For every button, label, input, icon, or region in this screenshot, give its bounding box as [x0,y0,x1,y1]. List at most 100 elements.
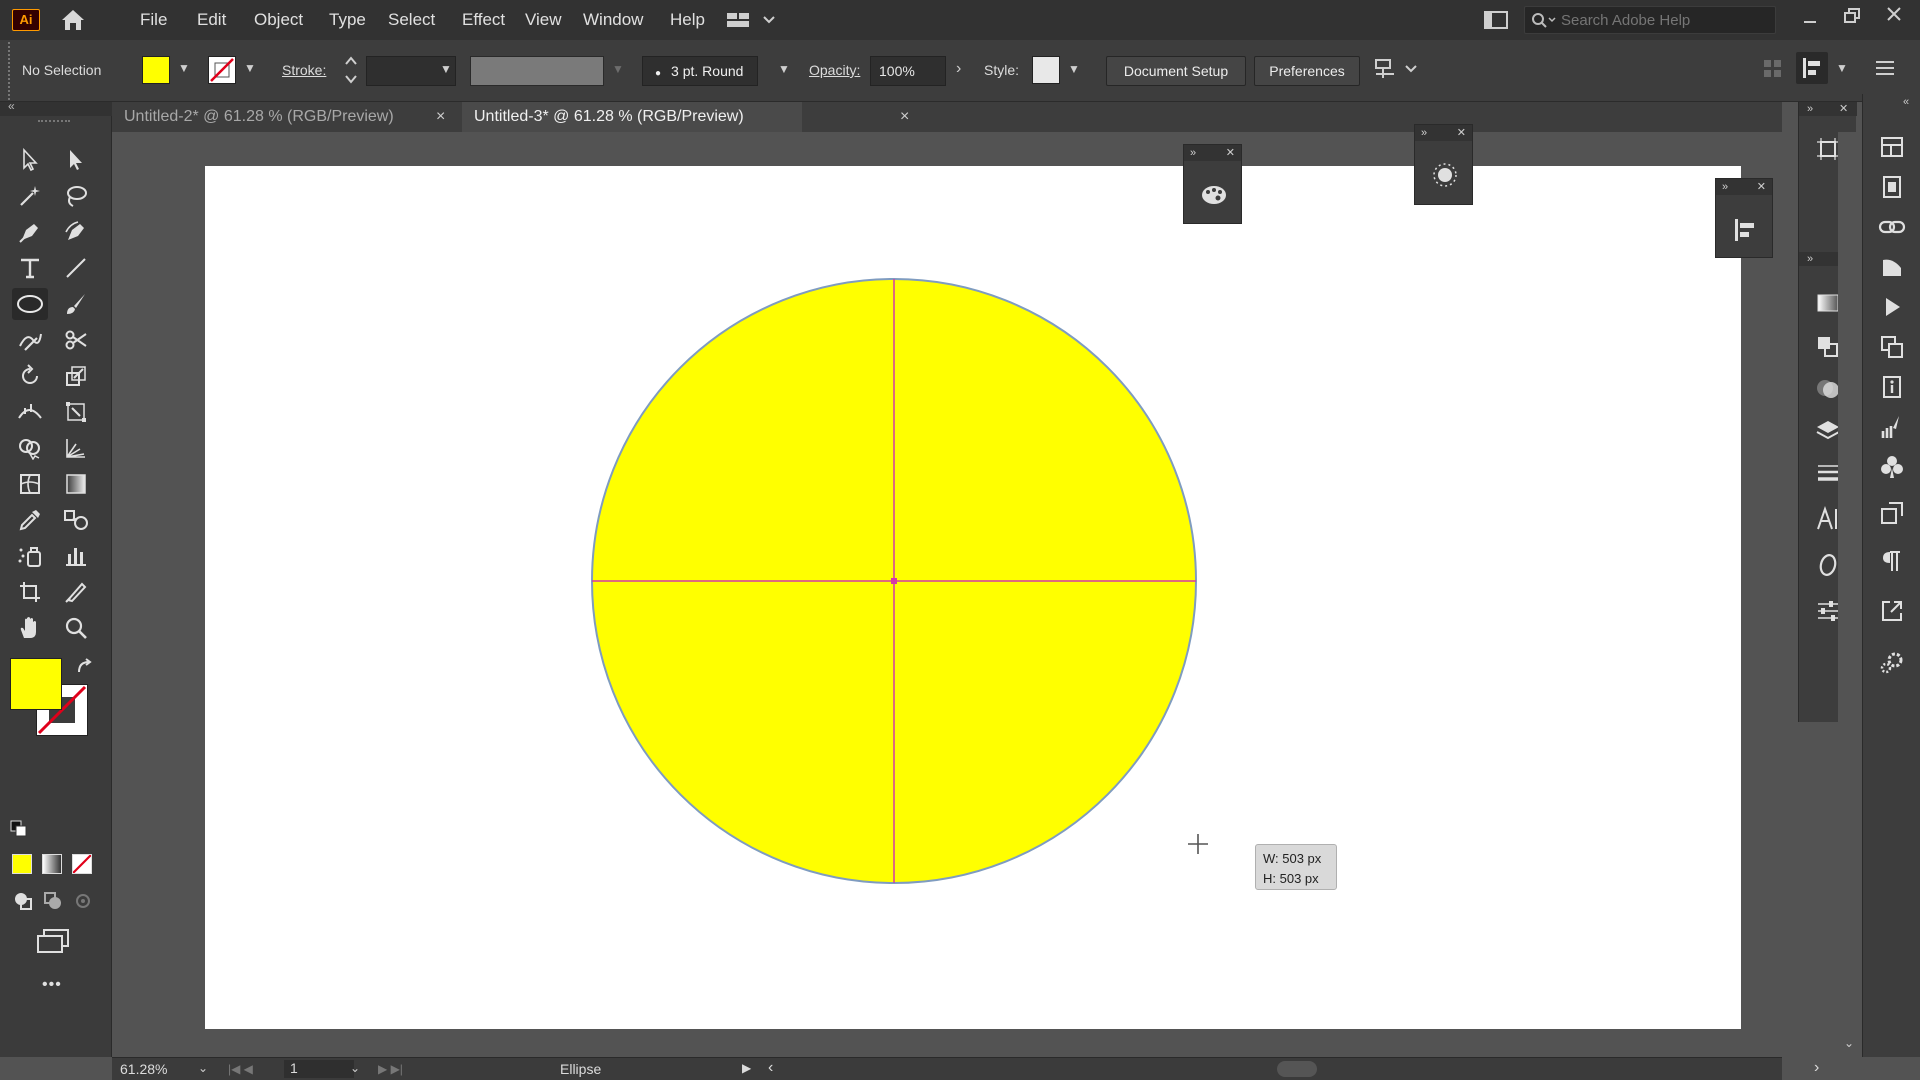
shaper-tool-icon[interactable] [12,324,48,356]
gradient-mode-button[interactable] [42,854,62,874]
align-dropdown-icon[interactable]: ▼ [1836,61,1848,75]
minimize-icon[interactable] [1800,10,1820,30]
curvature-tool-icon[interactable] [58,216,94,248]
stroke-stepper-icon[interactable] [344,54,358,86]
selection-tool-icon[interactable] [12,144,48,176]
last-artboard-icon[interactable]: ▶ ▶| [378,1062,403,1076]
default-colors-icon[interactable] [10,820,28,838]
direct-selection-tool-icon[interactable] [58,144,94,176]
close-dock-icon[interactable]: ✕ [1839,102,1848,116]
toolbar-grip[interactable] [38,120,70,124]
tab-close-icon[interactable]: × [436,102,445,132]
variable-width-profile[interactable] [470,56,604,86]
zoom-tool-icon[interactable] [58,612,94,644]
hand-tool-icon[interactable] [12,612,48,644]
close-icon[interactable] [1884,4,1904,24]
artboard-number-field[interactable]: 1 [284,1060,354,1078]
rotate-tool-icon[interactable] [12,360,48,392]
eyedropper-tool-icon[interactable] [12,504,48,536]
artboard-dropdown-icon[interactable]: ⌄ [350,1061,360,1075]
column-graph-tool-icon[interactable] [58,540,94,572]
zoom-level[interactable]: 61.28% [120,1061,167,1077]
draw-behind-icon[interactable] [42,890,64,912]
ellipse-tool-icon[interactable] [12,288,48,320]
libraries-icon[interactable] [1874,130,1910,164]
scale-tool-icon[interactable] [58,360,94,392]
expand-dock-icon[interactable]: » [1807,102,1813,116]
document-setup-button[interactable]: Document Setup [1106,56,1246,86]
mesh-tool-icon[interactable] [12,468,48,500]
actions-icon[interactable] [1874,290,1910,324]
opacity-field[interactable]: 100% [870,56,946,86]
menu-file[interactable]: File [131,0,176,40]
menu-effect[interactable]: Effect [453,0,514,40]
scroll-down-icon[interactable]: ⌄ [1844,1036,1854,1050]
vertical-scrollbar[interactable]: ⌄ [1838,132,1860,1057]
width-tool-icon[interactable] [12,396,48,428]
blend-tool-icon[interactable] [58,504,94,536]
screen-mode-icon[interactable] [36,928,70,954]
menu-view[interactable]: View [516,0,571,40]
expand-panel-icon[interactable]: » [1421,125,1427,141]
paintbrush-tool-icon[interactable] [58,288,94,320]
properties-icon[interactable] [1874,170,1910,204]
none-mode-button[interactable] [72,854,92,874]
perspective-grid-tool-icon[interactable] [58,432,94,464]
info-icon[interactable] [1874,370,1910,404]
menu-help[interactable]: Help [661,0,714,40]
tab-untitled-2[interactable]: Untitled-2* @ 61.28 % (RGB/Preview) × [112,102,462,132]
expand-panel-icon[interactable]: » [1190,145,1196,161]
artboards-icon[interactable] [1874,330,1910,364]
scissors-tool-icon[interactable] [58,324,94,356]
line-segment-tool-icon[interactable] [58,252,94,284]
fill-swatch[interactable] [142,56,170,84]
expand-dock-icon[interactable]: » [1807,252,1813,266]
restore-icon[interactable] [1842,6,1862,26]
brush-dropdown-icon[interactable]: ▼ [778,62,790,76]
color-mode-button[interactable] [12,854,32,874]
close-panel-icon[interactable]: ✕ [1757,179,1766,195]
brushes-icon[interactable] [1874,410,1910,444]
graphic-style-swatch[interactable] [1032,56,1060,84]
stroke-weight-dropdown-icon[interactable]: ▼ [440,62,452,76]
current-tool-status[interactable]: Ellipse [560,1061,601,1077]
color-palette-icon[interactable] [1200,181,1228,207]
scroll-right-icon[interactable]: › [1814,1059,1819,1077]
symbols-icon[interactable] [1874,450,1910,484]
menu-type[interactable]: Type [320,0,375,40]
search-box[interactable] [1524,6,1776,34]
artboard-tool-icon[interactable] [12,576,48,608]
tab-untitled-3[interactable]: Untitled-3* @ 61.28 % (RGB/Preview) × [462,102,909,132]
arrange-documents-icon[interactable] [1484,11,1508,29]
pen-tool-icon[interactable] [12,216,48,248]
type-tool-icon[interactable] [12,252,48,284]
stroke-swatch[interactable] [208,56,236,84]
workspace-switcher-icon[interactable] [726,10,776,30]
fill-color-front[interactable] [10,658,62,710]
swap-fill-stroke-icon[interactable] [76,658,94,676]
settings-icon[interactable] [1874,646,1910,680]
stroke-label[interactable]: Stroke: [282,62,326,78]
artboard[interactable] [205,166,1741,1029]
align-panel-icon[interactable] [1796,52,1828,84]
scroll-left-icon[interactable]: ‹ [768,1059,773,1077]
expand-panel-icon[interactable]: » [1722,179,1728,195]
draw-normal-icon[interactable] [12,890,34,912]
brush-definition-field[interactable]: ● 3 pt. Round [642,56,758,86]
menu-edit[interactable]: Edit [188,0,235,40]
paragraph-icon[interactable] [1874,544,1910,578]
edit-toolbar-button[interactable]: ••• [42,976,62,994]
export-icon[interactable] [1874,594,1910,628]
shape-builder-tool-icon[interactable] [12,432,48,464]
collapse-icon[interactable]: « [8,99,15,113]
home-icon[interactable] [58,8,88,32]
fill-dropdown-icon[interactable]: ▼ [178,61,190,75]
control-bar-grip[interactable] [8,42,12,100]
status-menu-icon[interactable]: ▶ [742,1061,751,1075]
close-panel-icon[interactable]: ✕ [1457,125,1466,141]
close-panel-icon[interactable]: ✕ [1226,145,1235,161]
magic-wand-tool-icon[interactable] [12,180,48,212]
align-left-icon[interactable] [1732,217,1758,243]
opacity-arrow-icon[interactable]: › [956,60,961,78]
menu-select[interactable]: Select [379,0,444,40]
